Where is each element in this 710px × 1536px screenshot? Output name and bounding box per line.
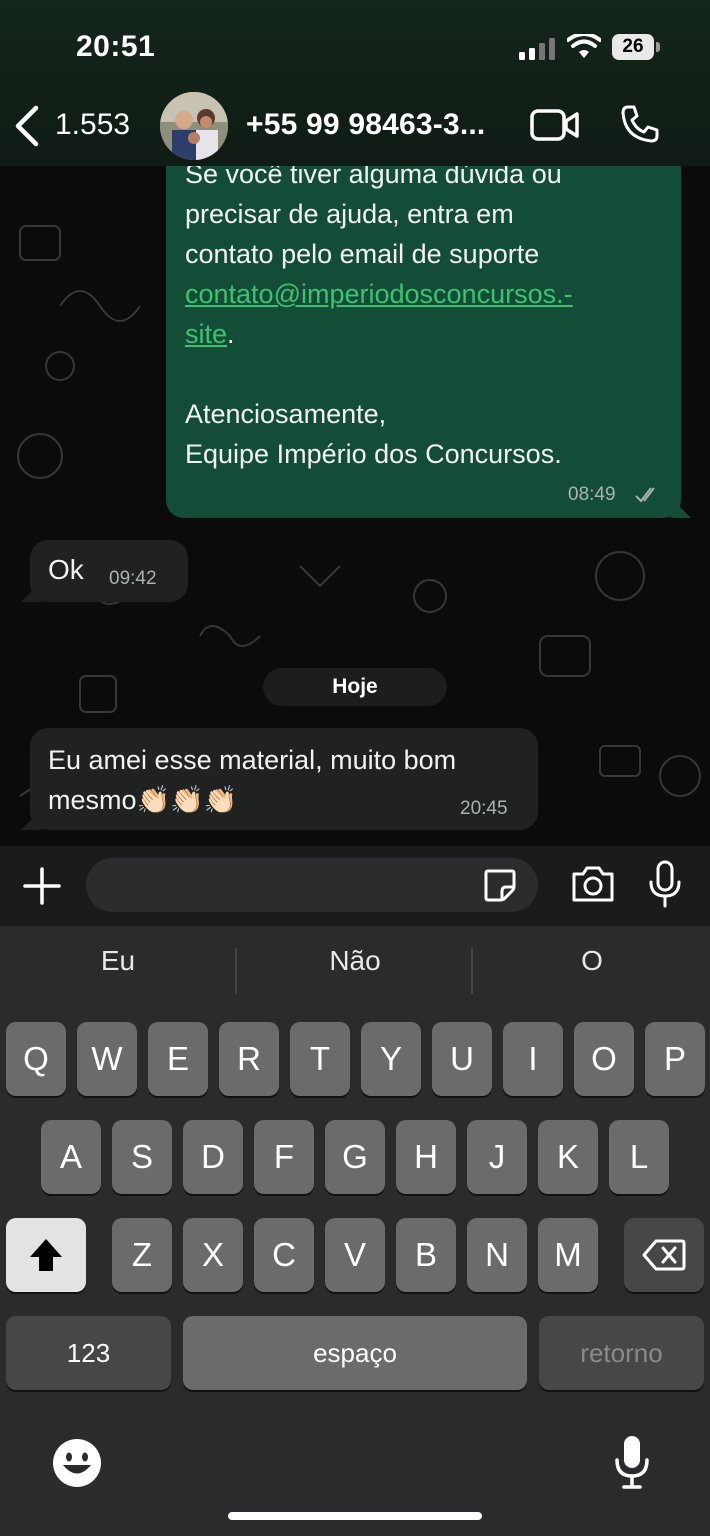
key-y[interactable]: Y <box>361 1022 421 1096</box>
message-period: . <box>227 319 235 349</box>
home-indicator[interactable] <box>228 1512 482 1520</box>
key-z[interactable]: Z <box>112 1218 172 1292</box>
shift-key[interactable] <box>6 1218 86 1292</box>
back-icon[interactable] <box>14 104 40 148</box>
key-p[interactable]: P <box>645 1022 705 1096</box>
key-i[interactable]: I <box>503 1022 563 1096</box>
space-key[interactable]: espaço <box>183 1316 527 1390</box>
key-r[interactable]: R <box>219 1022 279 1096</box>
message-text: mesmo👏🏻👏🏻👏🏻 <box>48 785 238 815</box>
key-g[interactable]: G <box>325 1120 385 1194</box>
outgoing-message-bubble[interactable]: Se você tiver alguma dúvida ou precisar … <box>166 166 691 518</box>
key-l[interactable]: L <box>609 1120 669 1194</box>
battery-level: 26 <box>612 34 654 60</box>
key-b[interactable]: B <box>396 1218 456 1292</box>
return-key[interactable]: retorno <box>539 1316 704 1390</box>
mic-icon[interactable] <box>648 860 682 908</box>
status-time: 20:51 <box>76 30 156 63</box>
suggestion-divider <box>471 948 473 994</box>
message-input[interactable] <box>86 858 538 912</box>
support-email-link-continued[interactable]: site <box>185 319 227 349</box>
key-t[interactable]: T <box>290 1022 350 1096</box>
key-m[interactable]: M <box>538 1218 598 1292</box>
message-line: Se você tiver alguma dúvida ou <box>185 166 562 189</box>
incoming-message-bubble[interactable]: Eu amei esse material, muito bom mesmo👏🏻… <box>21 728 538 830</box>
battery-icon: 26 <box>612 34 660 60</box>
key-q[interactable]: Q <box>6 1022 66 1096</box>
key-f[interactable]: F <box>254 1120 314 1194</box>
contact-name[interactable]: +55 99 98463-3... <box>246 108 485 142</box>
key-u[interactable]: U <box>432 1022 492 1096</box>
sticker-icon[interactable] <box>482 867 518 903</box>
message-timestamp: 09:42 <box>109 568 157 589</box>
wifi-icon <box>567 34 601 58</box>
support-email-link[interactable]: contato@imperiodosconcursos.- <box>185 274 573 314</box>
key-x[interactable]: X <box>183 1218 243 1292</box>
contact-avatar[interactable] <box>160 92 228 160</box>
plus-icon[interactable] <box>22 866 62 906</box>
key-d[interactable]: D <box>183 1120 243 1194</box>
message-line: precisar de ajuda, entra em <box>185 199 514 229</box>
phone-icon[interactable] <box>620 104 660 144</box>
suggestion-nao[interactable]: Não <box>237 945 473 977</box>
suggestion-eu[interactable]: Eu <box>0 945 236 977</box>
chat-area[interactable]: Se você tiver alguma dúvida ou precisar … <box>0 166 710 846</box>
key-a[interactable]: A <box>41 1120 101 1194</box>
numbers-key[interactable]: 123 <box>6 1316 171 1390</box>
message-signoff: Atenciosamente, <box>185 399 387 429</box>
backspace-key[interactable] <box>624 1218 704 1292</box>
message-text: Ok <box>48 554 84 585</box>
key-c[interactable]: C <box>254 1218 314 1292</box>
back-unread-count[interactable]: 1.553 <box>55 108 130 142</box>
key-o[interactable]: O <box>574 1022 634 1096</box>
message-line: contato pelo email de suporte <box>185 239 540 269</box>
cellular-signal-icon <box>519 38 555 60</box>
key-v[interactable]: V <box>325 1218 385 1292</box>
date-divider: Hoje <box>263 668 447 706</box>
key-j[interactable]: J <box>467 1120 527 1194</box>
emoji-icon[interactable] <box>52 1438 102 1488</box>
incoming-message-bubble[interactable]: Ok 09:42 <box>21 540 188 602</box>
message-timestamp: 20:45 <box>460 798 508 819</box>
dictation-icon[interactable] <box>614 1434 650 1490</box>
key-h[interactable]: H <box>396 1120 456 1194</box>
shift-icon <box>30 1239 62 1271</box>
key-e[interactable]: E <box>148 1022 208 1096</box>
camera-icon[interactable] <box>570 864 616 904</box>
read-receipt-icon <box>635 487 655 503</box>
key-s[interactable]: S <box>112 1120 172 1194</box>
video-call-icon[interactable] <box>530 108 580 142</box>
key-n[interactable]: N <box>467 1218 527 1292</box>
backspace-icon <box>642 1239 686 1271</box>
message-timestamp: 08:49 <box>568 484 616 505</box>
message-text: Eu amei esse material, muito bom <box>48 745 457 775</box>
message-signature: Equipe Império dos Concursos. <box>185 439 562 469</box>
key-k[interactable]: K <box>538 1120 598 1194</box>
key-w[interactable]: W <box>77 1022 137 1096</box>
suggestion-o[interactable]: O <box>474 945 710 977</box>
